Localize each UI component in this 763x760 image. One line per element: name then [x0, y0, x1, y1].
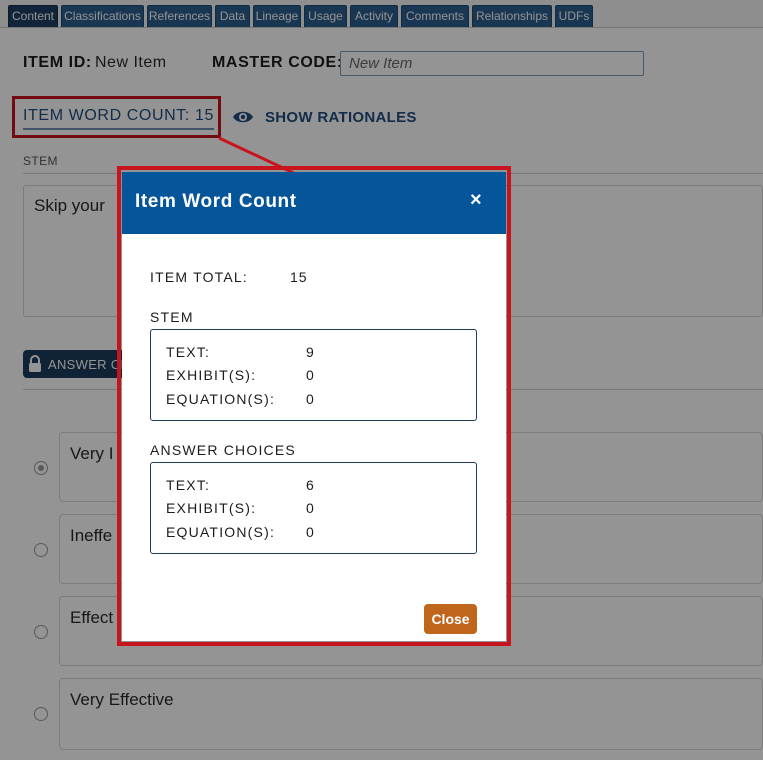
answer-equations-label: EQUATION(S):: [166, 524, 276, 540]
close-icon[interactable]: ×: [470, 189, 482, 212]
answer-exhibits-label: EXHIBIT(S):: [166, 500, 257, 516]
answer-count-heading: ANSWER CHOICES: [150, 442, 296, 458]
answer-text-value: 6: [306, 477, 315, 493]
item-total-value: 15: [290, 269, 308, 285]
answer-equations-value: 0: [306, 524, 315, 540]
stem-text-label: TEXT:: [166, 344, 211, 360]
dialog-title: Item Word Count: [135, 191, 297, 212]
answer-text-label: TEXT:: [166, 477, 211, 493]
stem-equations-label: EQUATION(S):: [166, 391, 276, 407]
stem-text-value: 9: [306, 344, 315, 360]
item-total-label: ITEM TOTAL:: [150, 269, 248, 285]
stem-exhibits-label: EXHIBIT(S):: [166, 367, 257, 383]
stem-count-heading: STEM: [150, 309, 194, 325]
stem-equations-value: 0: [306, 391, 315, 407]
dialog-header: Item Word Count ×: [122, 172, 506, 234]
stem-exhibits-value: 0: [306, 367, 315, 383]
answer-exhibits-value: 0: [306, 500, 315, 516]
item-word-count-dialog: Item Word Count × ITEM TOTAL: 15 STEM TE…: [122, 172, 506, 641]
close-button[interactable]: Close: [424, 604, 477, 634]
